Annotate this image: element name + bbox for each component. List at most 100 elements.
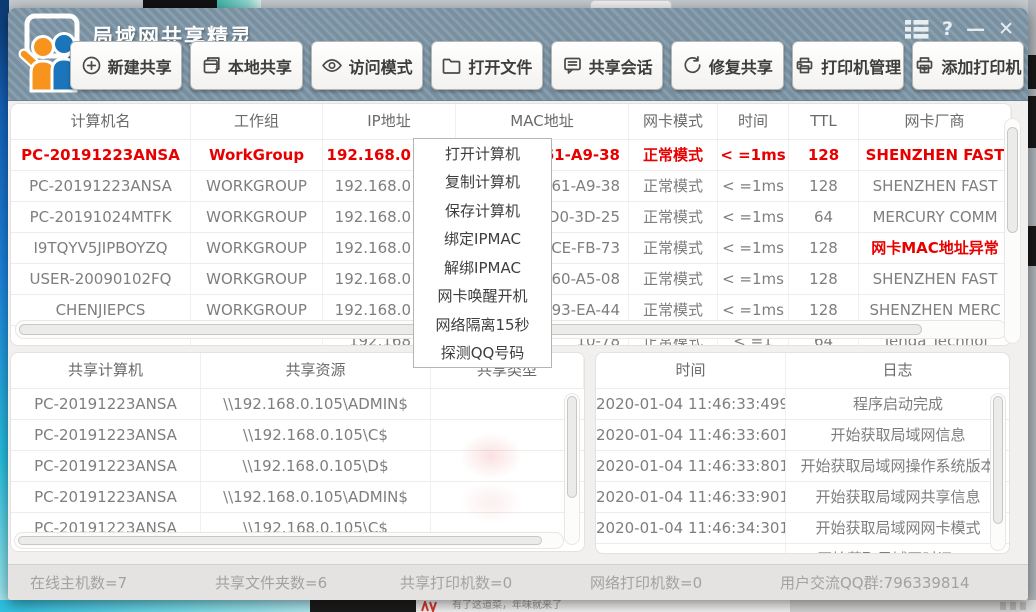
share-column-header[interactable]: 共享资源 xyxy=(201,353,431,388)
host-workgroup: WORKGROUP xyxy=(191,264,323,294)
share-horizontal-scrollbar[interactable] xyxy=(14,532,564,549)
open-file-button[interactable]: 打开文件 xyxy=(431,41,543,90)
host-vertical-scroll-thumb[interactable] xyxy=(1007,127,1018,233)
log-row[interactable]: 2020-01-04 11:46:33:901 开始获取局域网共享信息 xyxy=(596,481,1009,512)
context-menu-item[interactable]: 复制计算机 xyxy=(414,168,551,197)
host-name: PC-20191223ANSA xyxy=(11,140,191,170)
host-column-header[interactable]: 网卡模式 xyxy=(629,104,718,139)
host-ping-time: < =1ms xyxy=(718,202,789,232)
share-column-header[interactable]: 共享计算机 xyxy=(11,353,201,388)
host-column-header[interactable]: 时间 xyxy=(718,104,789,139)
log-row[interactable]: 2020-01-04 11:46:33:601 开始获取局域网信息 xyxy=(596,419,1009,450)
local-share-icon xyxy=(201,55,222,76)
host-nic-mode: 正常模式 xyxy=(629,140,718,170)
menu-icon[interactable] xyxy=(905,20,929,39)
status-network-printers: 网络打印机数=0 xyxy=(590,572,780,593)
host-workgroup: WORKGROUP xyxy=(191,233,323,263)
host-nic-vendor: 网卡MAC地址异常 xyxy=(859,233,1011,263)
background-red-logo xyxy=(420,601,446,612)
host-name: USER-20090102FQ xyxy=(11,264,191,294)
host-column-header[interactable]: MAC地址 xyxy=(456,104,629,139)
help-icon[interactable]: ? xyxy=(942,18,953,40)
eye-icon xyxy=(321,55,343,76)
log-time: 2020-01-04 11:46:34:301 xyxy=(596,513,786,543)
host-workgroup: WORKGROUP xyxy=(191,171,323,201)
toolbar: 新建共享 本地共享 访问模式 打开文件 共享会话 修复共享 打印机管理 添加打 xyxy=(70,41,1024,89)
host-table-header: 计算机名 工作组 IP地址 MAC地址 网卡模式 时间 TTL 网卡厂商 xyxy=(11,104,1011,139)
host-workgroup: WORKGROUP xyxy=(191,202,323,232)
host-column-header[interactable]: 网卡厂商 xyxy=(859,104,1011,139)
desktop-right-fragment xyxy=(1028,226,1036,266)
log-column-header[interactable]: 时间 xyxy=(596,353,786,388)
share-horizontal-scroll-thumb[interactable] xyxy=(18,536,542,545)
host-ping-time: < =1ms xyxy=(718,140,789,170)
host-column-header[interactable]: IP地址 xyxy=(323,104,456,139)
app-window: 局域网共享精灵 ? — ✕ 新建共享 本地共享 访问模式 xyxy=(8,8,1028,600)
host-ttl: 128 xyxy=(789,264,859,294)
host-nic-vendor: MERCURY COMM xyxy=(859,202,1011,232)
host-ping-time: < =1ms xyxy=(718,264,789,294)
log-message: 开始获取局域网共享信息 xyxy=(786,482,1010,512)
refresh-icon xyxy=(682,55,703,76)
host-nic-mode: 正常模式 xyxy=(629,202,718,232)
share-row[interactable]: PC-20191223ANSA \\192.168.0.105\ADMIN$ xyxy=(11,388,584,419)
context-menu-item[interactable]: 网络隔离15秒 xyxy=(414,310,551,339)
log-time: 2020-01-04 11:46:33:499 xyxy=(596,389,786,419)
status-shared-printers: 共享打印机数=0 xyxy=(400,572,590,593)
watermark xyxy=(446,423,536,533)
log-message: 开始获取局域网网卡模式 xyxy=(786,513,1010,543)
printer-add-icon xyxy=(914,55,935,76)
minimize-icon[interactable]: — xyxy=(966,18,985,40)
new-share-button[interactable]: 新建共享 xyxy=(70,41,182,90)
log-rows: 2020-01-04 11:46:33:499 程序启动完成 2020-01-0… xyxy=(596,388,1009,554)
log-vertical-scrollbar[interactable] xyxy=(990,393,1006,551)
log-row[interactable]: 2020-01-04 11:46:33:499 程序启动完成 xyxy=(596,388,1009,419)
host-column-header[interactable]: TTL xyxy=(789,104,859,139)
desktop-bottom-strip: 有了这道菜，年味就来了 xyxy=(0,600,1036,612)
host-name: PC-20191024MTFK xyxy=(11,202,191,232)
context-menu-item[interactable]: 网卡唤醒开机 xyxy=(414,282,551,311)
host-nic-mode: 正常模式 xyxy=(629,264,718,294)
host-name: PC-20191223ANSA xyxy=(11,171,191,201)
share-computer: PC-20191223ANSA xyxy=(11,451,201,481)
host-ttl: 128 xyxy=(789,233,859,263)
local-share-button[interactable]: 本地共享 xyxy=(190,41,302,90)
folder-icon xyxy=(441,55,462,76)
share-resource: \\192.168.0.105\C$ xyxy=(201,420,431,450)
repair-share-button[interactable]: 修复共享 xyxy=(671,41,783,90)
context-menu: 打开计算机 复制计算机 保存计算机 绑定IPMAC 解绑IPMAC 网卡唤醒开机… xyxy=(413,138,552,368)
share-vertical-scrollbar[interactable] xyxy=(564,393,580,545)
status-qq-group: 用户交流QQ群:796339814 xyxy=(780,572,970,593)
host-nic-vendor: SHENZHEN FAST xyxy=(859,171,1011,201)
context-menu-item[interactable]: 解绑IPMAC xyxy=(414,253,551,282)
context-menu-item[interactable]: 探测QQ号码 xyxy=(414,339,551,368)
context-menu-item[interactable]: 绑定IPMAC xyxy=(414,225,551,254)
host-ttl: 64 xyxy=(789,202,859,232)
context-menu-item[interactable]: 打开计算机 xyxy=(414,139,551,168)
host-ping-time: < =1ms xyxy=(718,171,789,201)
log-time: 2020-01-04 11:46:33:801 xyxy=(596,451,786,481)
share-vertical-scroll-thumb[interactable] xyxy=(567,396,577,498)
close-icon[interactable]: ✕ xyxy=(998,18,1014,40)
log-time: 2020-01-04 11:46:33:901 xyxy=(596,482,786,512)
host-column-header[interactable]: 工作组 xyxy=(191,104,323,139)
host-column-header[interactable]: 计算机名 xyxy=(11,104,191,139)
printer-manage-button[interactable]: 打印机管理 xyxy=(792,41,904,90)
log-row[interactable]: 2020-01-04 11:46:33:801 开始获取局域网操作系统版本 xyxy=(596,450,1009,481)
log-time: 2020-01-04 11:46:34:501 xyxy=(596,544,786,554)
share-session-button[interactable]: 共享会话 xyxy=(551,41,663,90)
host-ttl: 128 xyxy=(789,171,859,201)
log-column-header[interactable]: 日志 xyxy=(786,353,1010,388)
background-page-text: 有了这道菜，年味就来了 xyxy=(452,600,652,612)
log-row[interactable]: 2020-01-04 11:46:34:301 开始获取局域网网卡模式 xyxy=(596,512,1009,543)
host-name: I9TQYV5JIPBOYZQ xyxy=(11,233,191,263)
context-menu-item[interactable]: 保存计算机 xyxy=(414,196,551,225)
host-workgroup: WorkGroup xyxy=(191,140,323,170)
log-row[interactable]: 2020-01-04 11:46:34:501 开始获取局域网时间TTL xyxy=(596,543,1009,554)
status-online-hosts: 在线主机数=7 xyxy=(30,572,215,593)
host-vertical-scrollbar[interactable] xyxy=(1004,118,1021,344)
add-printer-button[interactable]: 添加打印机 xyxy=(912,41,1024,90)
share-computer: PC-20191223ANSA xyxy=(11,420,201,450)
access-mode-button[interactable]: 访问模式 xyxy=(311,41,423,90)
log-vertical-scroll-thumb[interactable] xyxy=(993,396,1003,524)
